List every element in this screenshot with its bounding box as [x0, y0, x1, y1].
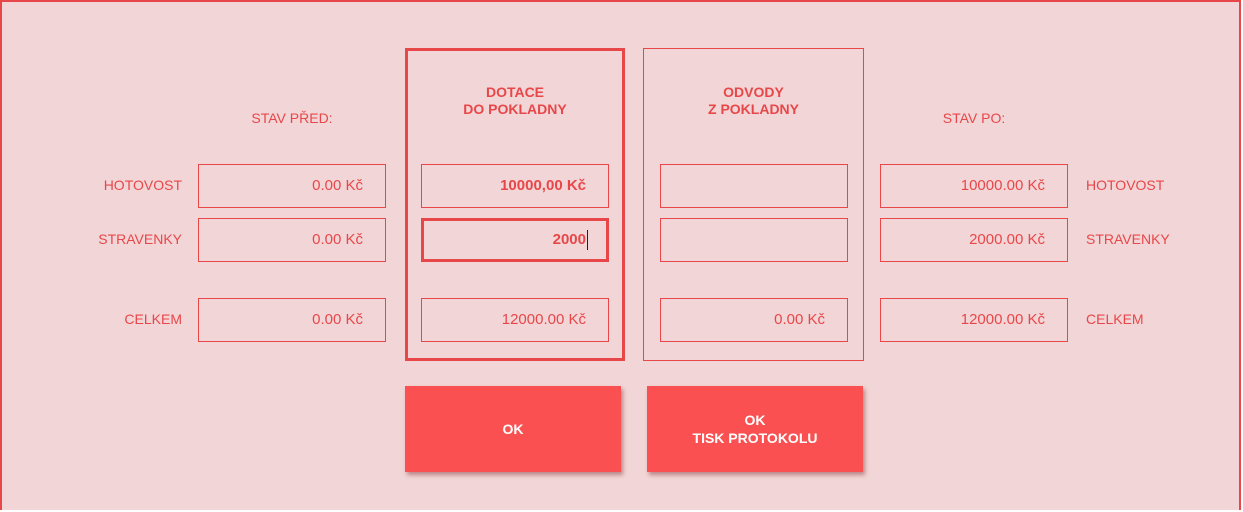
- stav-po-stravenky-field: 2000.00 Kč: [880, 218, 1068, 262]
- dotace-stravenky-value: 2000: [552, 231, 586, 248]
- stav-pred-stravenky-field: 0.00 Kč: [198, 218, 386, 262]
- header-dotace: DOTACE DO POKLADNY: [407, 84, 623, 118]
- header-odvody-line2: Z POKLADNY: [708, 101, 799, 117]
- odvody-stravenky-input[interactable]: [660, 218, 848, 262]
- header-odvody: ODVODY Z POKLADNY: [645, 84, 862, 118]
- odvody-celkem-field: 0.00 Kč: [660, 298, 848, 342]
- dotace-hotovost-input[interactable]: 10000,00 Kč: [421, 164, 609, 208]
- stav-po-celkem-field: 12000.00 Kč: [880, 298, 1068, 342]
- label-hotovost-right: HOTOVOST: [1086, 177, 1165, 193]
- odvody-hotovost-input[interactable]: [660, 164, 848, 208]
- ok-button[interactable]: OK: [405, 386, 621, 472]
- header-odvody-line1: ODVODY: [723, 84, 784, 100]
- label-stravenky-left: STRAVENKY: [98, 231, 182, 247]
- stav-po-hotovost-field: 10000.00 Kč: [880, 164, 1068, 208]
- ok-button-label: OK: [502, 421, 524, 437]
- dotace-celkem-field: 12000.00 Kč: [421, 298, 609, 342]
- cash-transfer-dialog: STAV PŘED: DOTACE DO POKLADNY ODVODY Z P…: [0, 0, 1241, 510]
- label-celkem-left: CELKEM: [124, 311, 182, 327]
- ok-print-protocol-button[interactable]: OK TISK PROTOKOLU: [647, 386, 863, 472]
- ok-print-line1: OK: [744, 412, 766, 428]
- label-stravenky-right: STRAVENKY: [1086, 231, 1170, 247]
- header-dotace-line2: DO POKLADNY: [463, 101, 567, 117]
- header-dotace-line1: DOTACE: [485, 84, 545, 100]
- header-stav-po: STAV PO:: [942, 110, 1006, 126]
- dotace-stravenky-input[interactable]: 2000: [421, 218, 609, 262]
- stav-pred-celkem-field: 0.00 Kč: [198, 298, 386, 342]
- ok-print-line2: TISK PROTOKOLU: [692, 430, 818, 446]
- label-celkem-right: CELKEM: [1086, 311, 1144, 327]
- text-caret: [587, 230, 588, 251]
- label-hotovost-left: HOTOVOST: [103, 177, 182, 193]
- header-stav-pred: STAV PŘED:: [251, 110, 333, 126]
- stav-pred-hotovost-field: 0.00 Kč: [198, 164, 386, 208]
